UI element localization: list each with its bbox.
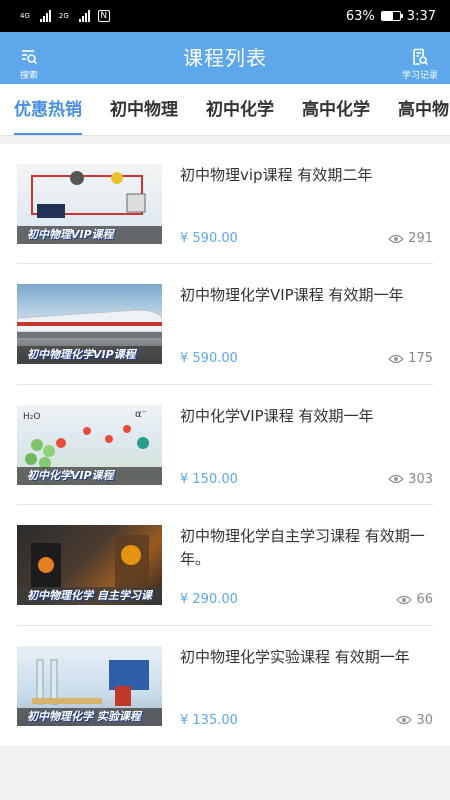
eye-icon <box>396 595 413 604</box>
course-title: 初中物理化学自主学习课程 有效期一年。 <box>180 527 425 569</box>
study-records-button[interactable]: 学习记录 <box>402 48 438 81</box>
status-right: 63% 3:37 <box>346 9 436 24</box>
view-count: 291 <box>388 231 433 246</box>
category-tabs: 优惠热销 初中物理 初中化学 高中化学 高中物 <box>0 84 450 136</box>
thumbnail-caption: 初中物理化学 实验课程 <box>17 707 162 726</box>
course-thumbnail: 初中物理化学VIP课程 <box>17 284 162 365</box>
view-count-value: 291 <box>408 231 433 246</box>
view-count: 30 <box>396 713 433 728</box>
course-item[interactable]: 初中物理VIP课程 初中物理vip课程 有效期二年 ¥ 590.00 291 <box>17 144 433 265</box>
study-records-label: 学习记录 <box>401 71 438 81</box>
status-left: 4G 2G N <box>20 10 110 22</box>
thumbnail-caption: 初中化学VIP课程 <box>17 466 162 485</box>
eye-icon <box>388 354 405 364</box>
course-list: 初中物理VIP课程 初中物理vip课程 有效期二年 ¥ 590.00 291 初… <box>0 144 450 746</box>
view-count: 303 <box>388 472 433 487</box>
thumbnail-caption: 初中物理化学VIP课程 <box>17 346 162 365</box>
view-count-value: 303 <box>408 471 433 487</box>
course-price: ¥ 150.00 <box>180 471 238 487</box>
view-count: 175 <box>388 351 433 366</box>
view-count-value: 175 <box>408 351 433 367</box>
view-count-value: 30 <box>416 712 433 728</box>
battery-percent: 63% <box>345 8 375 24</box>
course-item[interactable]: 初中物理化学 自主学习课程 初中物理化学自主学习课程 有效期一年。 ¥ 290.… <box>17 505 433 626</box>
signal-icon <box>39 10 51 22</box>
course-price: ¥ 135.00 <box>180 712 238 728</box>
view-count: 66 <box>396 592 433 607</box>
eye-icon <box>388 234 405 243</box>
eye-icon <box>396 715 413 725</box>
tab-senior-physics[interactable]: 高中物 <box>398 84 449 135</box>
svg-text:α⁻: α⁻ <box>135 409 147 420</box>
course-price: ¥ 590.00 <box>180 231 238 246</box>
tab-promo-hot[interactable]: 优惠热销 <box>14 84 82 135</box>
battery-fill <box>381 12 394 20</box>
course-item[interactable]: 初中物理化学 实验课程 初中物理化学实验课程 有效期一年 ¥ 135.00 30 <box>17 626 433 746</box>
course-title: 初中物理vip课程 有效期二年 <box>180 166 373 184</box>
nfc-icon: N <box>97 10 110 22</box>
tab-junior-chemistry[interactable]: 初中化学 <box>206 84 274 135</box>
clock: 3:37 <box>406 8 436 24</box>
app-bar: 搜索 课程列表 学习记录 <box>0 32 450 84</box>
battery-icon <box>380 11 403 21</box>
course-price: ¥ 290.00 <box>180 592 238 608</box>
course-thumbnail: 初中物理化学 自主学习课程 <box>17 525 162 606</box>
course-thumbnail: 初中物理VIP课程 <box>17 164 162 244</box>
course-title: 初中物理化学VIP课程 有效期一年 <box>180 286 404 305</box>
course-item[interactable]: 初中物理化学VIP课程 初中物理化学VIP课程 有效期一年 ¥ 590.00 1… <box>17 264 433 385</box>
status-bar: 4G 2G N 63% 3:37 <box>0 0 450 32</box>
document-search-icon <box>413 48 429 66</box>
view-count-value: 66 <box>416 592 433 608</box>
eye-icon <box>388 475 405 484</box>
tab-junior-physics[interactable]: 初中物理 <box>110 84 178 135</box>
page-title: 课程列表 <box>183 46 267 70</box>
course-thumbnail: H₂O α⁻ 初中化学VIP课程 <box>17 404 162 485</box>
network-type-2: 2G <box>58 12 69 20</box>
signal-icon-2 <box>78 10 90 22</box>
course-price: ¥ 590.00 <box>180 351 238 367</box>
svg-text:H₂O: H₂O <box>23 412 40 422</box>
course-title: 初中物理化学实验课程 有效期一年 <box>180 647 410 666</box>
course-thumbnail: 初中物理化学 实验课程 <box>17 645 162 726</box>
course-title: 初中化学VIP课程 有效期一年 <box>180 406 374 425</box>
thumbnail-caption: 初中物理化学 自主学习课程 <box>17 587 162 606</box>
thumbnail-caption: 初中物理VIP课程 <box>17 226 162 244</box>
network-type-1: 4G <box>20 12 30 20</box>
course-item[interactable]: H₂O α⁻ 初中化学VIP课程 初中化学VIP课程 有效期一年 ¥ 150.0… <box>17 385 433 506</box>
tab-senior-chemistry[interactable]: 高中化学 <box>302 84 370 135</box>
